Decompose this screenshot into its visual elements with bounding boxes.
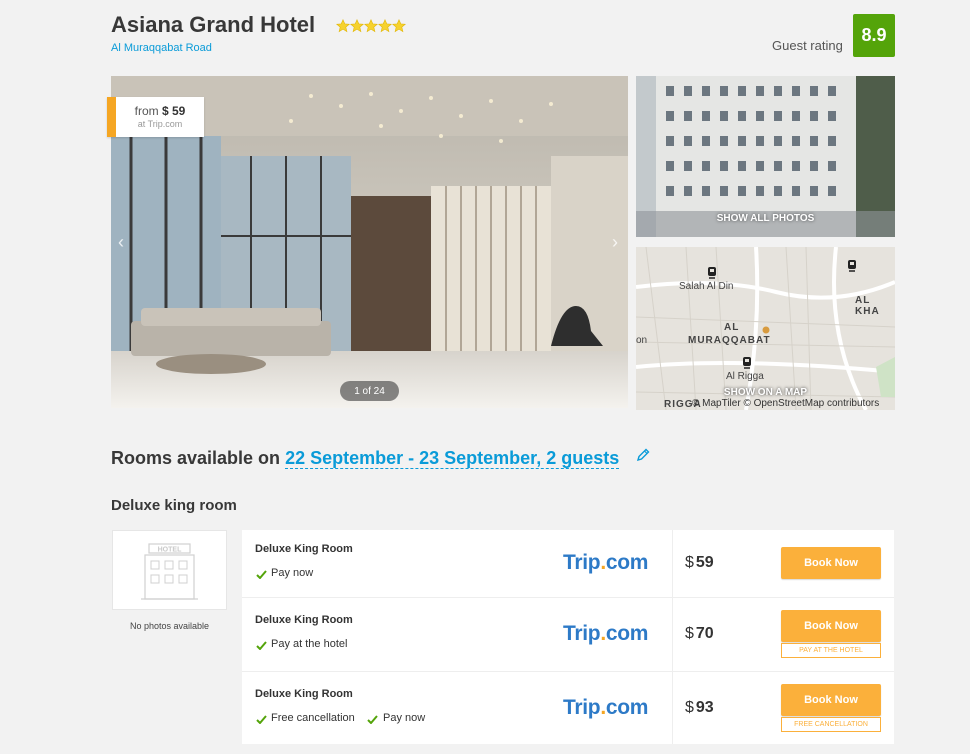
map-label: on [636, 335, 648, 346]
star-icon [336, 19, 350, 33]
price-currency: $ [161, 104, 169, 118]
dates-guests-link[interactable]: 22 September - 23 September, 2 guests [285, 448, 620, 469]
star-icon [350, 19, 364, 33]
map-label: MURAQQABAT [688, 335, 771, 346]
room-thumbnail: HOTEL [112, 530, 227, 610]
trip-com-logo[interactable]: Trip.com [563, 696, 648, 720]
room-type-title: Deluxe king room [111, 497, 237, 514]
offer-room-title: Deluxe King Room [255, 543, 353, 555]
offer-price: $70 [685, 625, 714, 643]
offer-row: Deluxe King Room Free cancellation Pay n… [242, 672, 894, 744]
offer-price-value: 59 [695, 554, 714, 571]
offer-feature: Pay now [383, 712, 426, 724]
column-divider [672, 672, 673, 744]
check-icon [256, 641, 267, 650]
rooms-heading: Rooms available on 22 September - 23 Sep… [111, 448, 620, 469]
book-now-button[interactable]: Book Now [781, 684, 881, 716]
offer-room-title: Deluxe King Room [255, 688, 353, 700]
svg-text:HOTEL: HOTEL [158, 547, 182, 554]
column-divider [672, 530, 673, 597]
offer-currency: $ [685, 554, 694, 571]
offer-row: Deluxe King Room Pay now Trip.com $59 Bo… [242, 530, 894, 598]
offers-list: Deluxe King Room Pay now Trip.com $59 Bo… [242, 530, 894, 744]
map-label: Al Rigga [726, 371, 764, 382]
metro-icon [743, 357, 751, 369]
logo-text: Trip [563, 622, 601, 645]
trip-com-logo[interactable]: Trip.com [563, 622, 648, 646]
book-now-button[interactable]: Book Now [781, 610, 881, 642]
free-cancellation-note: FREE CANCELLATION [781, 717, 881, 732]
hotel-address-link[interactable]: Al Muraqqabat Road [111, 42, 212, 54]
offer-feature: Free cancellation [271, 712, 355, 724]
map-attribution: © MapTiler © OpenStreetMap contributors [692, 398, 880, 409]
book-now-button[interactable]: Book Now [781, 547, 881, 579]
price-from-label: from [134, 104, 159, 118]
offer-feature: Pay at the hotel [271, 638, 348, 650]
offer-feature: Pay now [271, 567, 314, 579]
offer-price: $93 [685, 699, 714, 717]
trip-com-logo[interactable]: Trip.com [563, 551, 648, 575]
star-rating [336, 19, 406, 33]
metro-icon [708, 267, 716, 279]
check-icon [256, 570, 267, 579]
price-source: at Trip.com [137, 119, 183, 129]
pay-at-hotel-note: PAY AT THE HOTEL [781, 643, 881, 658]
from-price-tag[interactable]: from $ 59 at Trip.com [107, 97, 204, 137]
location-map[interactable]: Salah Al Din AL MURAQQABAT Al Rigga AL K… [636, 247, 895, 410]
offer-currency: $ [685, 625, 694, 642]
check-icon [367, 715, 378, 724]
map-label: AL [724, 322, 740, 333]
guest-rating-label: Guest rating [772, 38, 843, 53]
logo-text: Trip [563, 696, 601, 719]
offer-room-title: Deluxe King Room [255, 614, 353, 626]
offer-price: $59 [685, 554, 714, 572]
logo-text: com [605, 622, 649, 645]
show-all-photos-button[interactable]: SHOW ALL PHOTOS [636, 213, 895, 224]
offer-price-value: 70 [695, 625, 714, 642]
show-on-map-button[interactable]: SHOW ON A MAP [636, 387, 895, 398]
column-divider [672, 598, 673, 671]
logo-text: Trip [563, 551, 601, 574]
star-icon [378, 19, 392, 33]
prev-photo-icon[interactable]: ‹ [118, 232, 124, 253]
offer-row: Deluxe King Room Pay at the hotel Trip.c… [242, 598, 894, 672]
no-photos-caption: No photos available [129, 621, 210, 631]
next-photo-icon[interactable]: › [612, 232, 618, 253]
photo-counter: 1 of 24 [340, 381, 399, 401]
guest-rating-badge: 8.9 [853, 14, 895, 57]
map-label: Salah Al Din [679, 281, 734, 292]
check-icon [256, 715, 267, 724]
rooms-heading-prefix: Rooms available on [111, 448, 281, 468]
pencil-icon[interactable] [636, 448, 650, 462]
logo-text: com [605, 696, 649, 719]
price-value: 59 [172, 104, 186, 118]
offer-currency: $ [685, 699, 694, 716]
metro-icon [848, 260, 856, 272]
hotel-placeholder-icon: HOTEL [141, 543, 198, 600]
hotel-name: Asiana Grand Hotel [111, 12, 316, 37]
logo-text: com [605, 551, 649, 574]
star-icon [364, 19, 378, 33]
star-icon [392, 19, 406, 33]
offer-price-value: 93 [695, 699, 714, 716]
map-label: AL KHA [855, 295, 880, 317]
